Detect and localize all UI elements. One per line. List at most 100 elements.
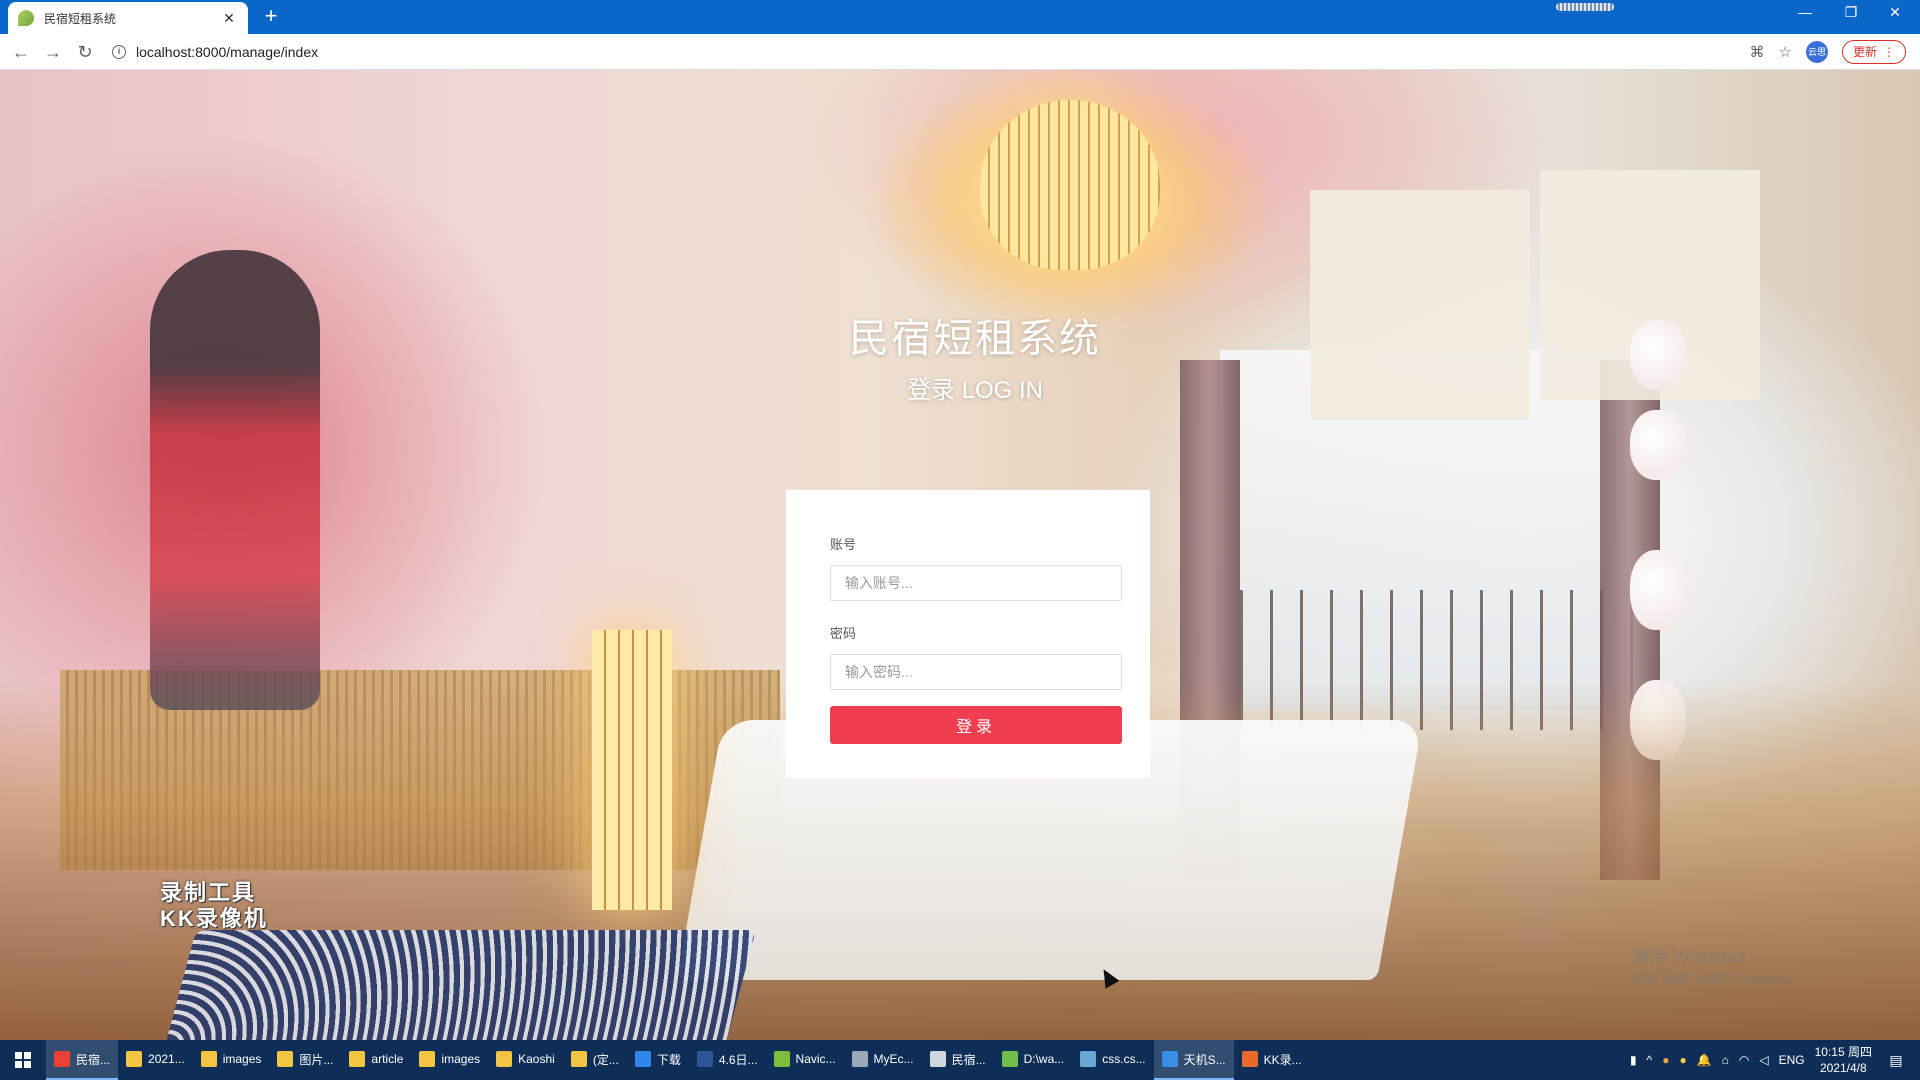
show-hidden-icons-icon[interactable]: ^ bbox=[1647, 1053, 1653, 1067]
back-icon[interactable]: ← bbox=[10, 42, 32, 62]
account-label: 账号 bbox=[830, 537, 857, 552]
taskbar-item[interactable]: 民宿... bbox=[922, 1040, 994, 1080]
tab-search-indicator bbox=[1556, 3, 1614, 11]
url-text: localhost:8000/manage/index bbox=[136, 44, 319, 60]
password-label: 密码 bbox=[830, 626, 857, 641]
taskbar-item-label: D:\wa... bbox=[1023, 1052, 1065, 1066]
word-icon bbox=[696, 1051, 713, 1067]
more-menu-icon[interactable]: ⋮ bbox=[1883, 41, 1895, 63]
start-button[interactable] bbox=[0, 1040, 46, 1080]
account-input[interactable] bbox=[830, 565, 1122, 601]
app-tray-icon[interactable]: ● bbox=[1679, 1053, 1686, 1067]
taskbar-item-label: 民宿... bbox=[951, 1052, 986, 1067]
background-ceiling-lantern bbox=[980, 100, 1160, 270]
folder-icon bbox=[496, 1051, 513, 1067]
background-paper-lantern bbox=[1630, 410, 1686, 480]
leaf-favicon-icon bbox=[18, 10, 34, 26]
taskbar-item[interactable]: 2021... bbox=[118, 1040, 193, 1080]
restore-icon[interactable]: ❐ bbox=[1836, 4, 1866, 21]
notification-center-icon[interactable]: ▤ bbox=[1882, 1052, 1910, 1069]
update-label: 更新 bbox=[1852, 45, 1877, 59]
toolbar-right-icons: ⌘ ☆ 云思 更新 ⋮ bbox=[1750, 40, 1906, 64]
login-button[interactable]: 登录 bbox=[830, 706, 1122, 744]
bell-icon[interactable]: 🔔 bbox=[1697, 1053, 1712, 1067]
taskbar-item[interactable]: MyEc... bbox=[844, 1040, 922, 1080]
windows-taskbar: 民宿... 2021... images 图片... article images Kaos… bbox=[0, 1040, 1920, 1080]
taskbar-item[interactable]: 下载 bbox=[627, 1040, 689, 1080]
chrome-icon bbox=[54, 1051, 70, 1067]
new-tab-icon[interactable]: + bbox=[260, 5, 282, 27]
taskbar-item-label: 2021... bbox=[148, 1052, 185, 1066]
app-tray-icon[interactable]: ● bbox=[1662, 1053, 1669, 1067]
taskbar-item[interactable]: (定... bbox=[563, 1040, 627, 1080]
taskbar-item-label: 民宿... bbox=[76, 1052, 111, 1067]
folder-icon bbox=[126, 1051, 143, 1067]
background-floor-lamp bbox=[592, 630, 672, 910]
taskbar-item-label: Navic... bbox=[795, 1052, 836, 1066]
login-form: 账号 密码 登录 bbox=[786, 490, 1150, 778]
browser-tab[interactable]: 民宿短租系统 ✕ bbox=[8, 2, 248, 34]
taskbar-item[interactable]: 民宿... bbox=[46, 1040, 119, 1080]
taskbar-item[interactable]: article bbox=[341, 1040, 411, 1080]
windows-logo-icon bbox=[15, 1052, 31, 1068]
taskbar-item-label: 下载 bbox=[656, 1052, 681, 1067]
taskbar-item-label: Kaoshi bbox=[518, 1052, 555, 1066]
taskbar-item-label: images bbox=[441, 1052, 481, 1066]
taskbar-item[interactable]: KK录... bbox=[1234, 1040, 1310, 1080]
taskbar-item[interactable]: images bbox=[411, 1040, 488, 1080]
folder-icon bbox=[349, 1051, 366, 1067]
browser-tab-strip: 民宿短租系统 ✕ + — ❐ ✕ bbox=[0, 0, 1920, 34]
input-language[interactable]: ENG bbox=[1779, 1053, 1805, 1067]
recorder-icon bbox=[1241, 1051, 1258, 1067]
folder-icon bbox=[277, 1051, 294, 1067]
browser-toolbar: ← → ↻ i localhost:8000/manage/index ⌘ ☆ … bbox=[0, 34, 1920, 70]
taskbar-item[interactable]: Kaoshi bbox=[488, 1040, 563, 1080]
network-icon[interactable]: ⌂ bbox=[1722, 1053, 1729, 1067]
folder-icon bbox=[570, 1051, 587, 1067]
tool-icon bbox=[1161, 1051, 1178, 1067]
update-button[interactable]: 更新 ⋮ bbox=[1841, 40, 1906, 64]
tab-close-icon[interactable]: ✕ bbox=[220, 10, 238, 27]
wifi-icon[interactable]: ◠ bbox=[1739, 1053, 1749, 1067]
taskbar-item[interactable]: 4.6日... bbox=[689, 1040, 766, 1080]
recorder-watermark: 录制工具 KK录像机 bbox=[160, 880, 268, 931]
download-icon bbox=[634, 1051, 651, 1067]
taskbar-item-label: MyEc... bbox=[873, 1052, 914, 1066]
taskbar-item-label: css.cs... bbox=[1102, 1052, 1146, 1066]
taskbar-item-label: (定... bbox=[592, 1052, 619, 1067]
translate-icon[interactable]: ⌘ bbox=[1750, 43, 1765, 61]
taskbar-item[interactable]: css.cs... bbox=[1072, 1040, 1153, 1080]
taskbar-item-label: images bbox=[222, 1052, 262, 1066]
taskbar-item[interactable]: 天机S... bbox=[1153, 1040, 1234, 1080]
profile-avatar[interactable]: 云思 bbox=[1805, 41, 1828, 63]
minimize-icon[interactable]: — bbox=[1790, 4, 1820, 20]
taskbar-item-label: 天机S... bbox=[1183, 1052, 1226, 1067]
system-tray: ▮ ^ ● ● 🔔 ⌂ ◠ ◁ ENG 10:15 周四 2021/4/8 ▤ bbox=[1630, 1040, 1920, 1080]
tab-title: 民宿短租系统 bbox=[44, 11, 117, 26]
taskbar-item-label: article bbox=[371, 1052, 404, 1066]
system-clock[interactable]: 10:15 周四 2021/4/8 bbox=[1815, 1044, 1872, 1076]
taskbar-item[interactable]: Navic... bbox=[766, 1040, 844, 1080]
volume-icon[interactable]: ◁ bbox=[1759, 1053, 1768, 1067]
taskbar-item-label: 图片... bbox=[299, 1052, 334, 1067]
taskbar-item[interactable]: 图片... bbox=[269, 1040, 341, 1080]
taskbar-item[interactable]: images bbox=[193, 1040, 270, 1080]
address-bar[interactable]: i localhost:8000/manage/index bbox=[112, 39, 1592, 65]
background-patterned-cushion bbox=[163, 930, 757, 1040]
site-info-icon[interactable]: i bbox=[112, 45, 126, 59]
forward-icon[interactable]: → bbox=[42, 42, 64, 62]
password-input[interactable] bbox=[830, 654, 1122, 690]
taskbar-item[interactable]: D:\wa... bbox=[994, 1040, 1073, 1080]
wechat-icon bbox=[929, 1051, 946, 1067]
notepad-icon bbox=[1001, 1051, 1018, 1067]
bookmark-star-icon[interactable]: ☆ bbox=[1779, 43, 1792, 61]
activate-windows-notice: 激活 Windows 转到"设置"以激活 Windows。 bbox=[1632, 947, 1802, 986]
background-paper-lantern bbox=[1630, 550, 1686, 630]
window-close-icon[interactable]: ✕ bbox=[1880, 4, 1910, 21]
battery-icon[interactable]: ▮ bbox=[1630, 1053, 1637, 1067]
taskbar-item-label: KK录... bbox=[1263, 1052, 1302, 1067]
reload-icon[interactable]: ↻ bbox=[74, 42, 96, 62]
page-title: 民宿短租系统 bbox=[849, 317, 1101, 361]
myeclipse-icon bbox=[851, 1051, 868, 1067]
taskbar-item-label: 4.6日... bbox=[718, 1052, 758, 1067]
